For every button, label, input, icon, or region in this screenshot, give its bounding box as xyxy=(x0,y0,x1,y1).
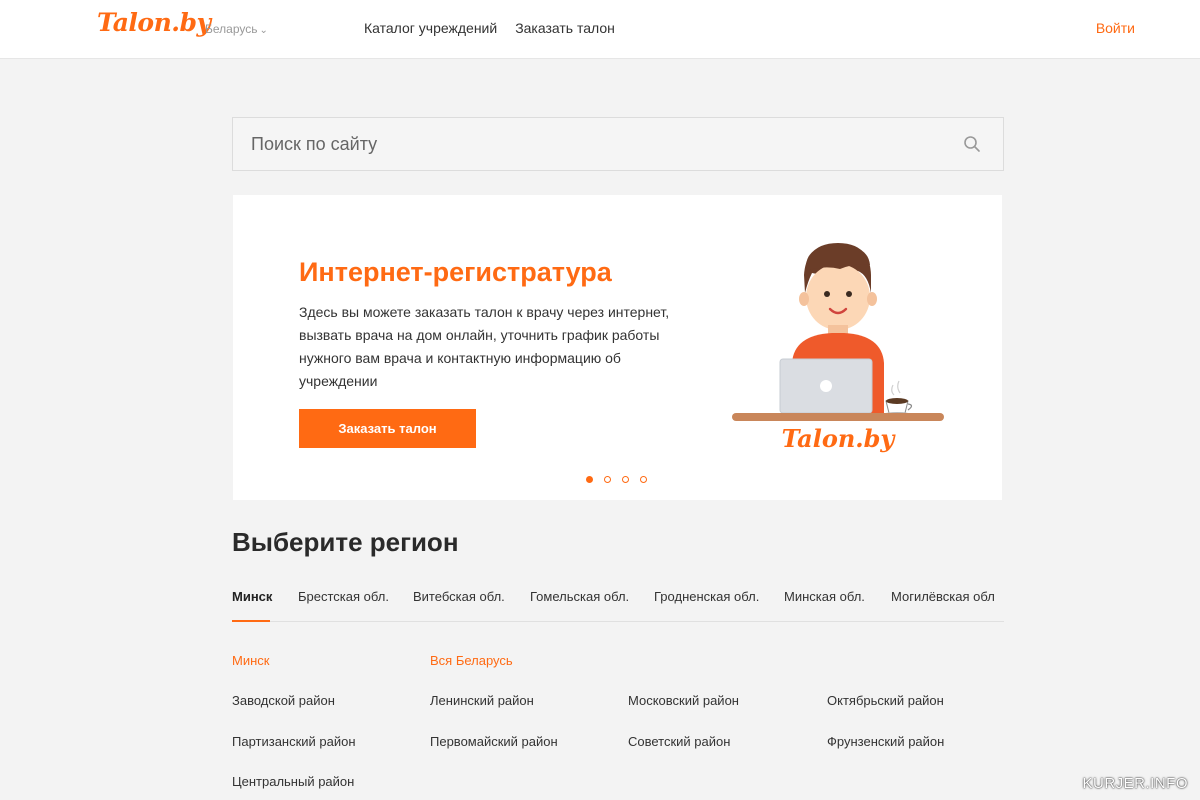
tab-mogilev[interactable]: Могилёвская обл xyxy=(891,589,995,604)
search-icon[interactable] xyxy=(963,135,981,153)
district-link[interactable]: Советский район xyxy=(628,734,730,749)
active-tab-indicator xyxy=(232,620,270,622)
promo-banner: Интернет-регистратура Здесь вы можете за… xyxy=(233,195,1002,500)
main-nav: Каталог учреждений Заказать талон xyxy=(364,20,615,36)
carousel-dots xyxy=(586,476,647,483)
carousel-dot[interactable] xyxy=(604,476,611,483)
country-label: Беларусь xyxy=(205,22,258,36)
doctor-illustration: Talon.by xyxy=(732,243,944,453)
carousel-dot[interactable] xyxy=(622,476,629,483)
district-link[interactable]: Заводской район xyxy=(232,693,335,708)
column-head-all-belarus[interactable]: Вся Беларусь xyxy=(430,653,513,668)
region-tabs: Минск Брестская обл. Витебская обл. Гоме… xyxy=(232,578,1004,622)
district-link[interactable]: Октябрьский район xyxy=(827,693,944,708)
tab-grodno[interactable]: Гродненская обл. xyxy=(654,589,759,604)
carousel-dot[interactable] xyxy=(586,476,593,483)
district-link[interactable]: Партизанский район xyxy=(232,734,356,749)
banner-title: Интернет-регистратура xyxy=(299,257,612,287)
carousel-dot[interactable] xyxy=(640,476,647,483)
site-header: Talon.by Беларусь ⌄ Каталог учреждений За… xyxy=(0,0,1200,59)
column-head-minsk[interactable]: Минск xyxy=(232,653,269,668)
tab-minsk-region[interactable]: Минская обл. xyxy=(784,589,865,604)
site-logo[interactable]: Talon.by xyxy=(97,8,211,37)
tab-brest[interactable]: Брестская обл. xyxy=(298,589,389,604)
login-link[interactable]: Войти xyxy=(1096,20,1135,36)
district-link[interactable]: Первомайский район xyxy=(430,734,558,749)
illustration-logo: Talon.by xyxy=(782,424,897,453)
search-input[interactable] xyxy=(233,118,1003,170)
tab-minsk[interactable]: Минск xyxy=(232,589,272,604)
chevron-down-icon: ⌄ xyxy=(259,25,268,36)
district-link[interactable]: Центральный район xyxy=(232,774,354,789)
district-link[interactable]: Фрунзенский район xyxy=(827,734,944,749)
nav-order-ticket-link[interactable]: Заказать талон xyxy=(515,20,615,36)
district-link[interactable]: Московский район xyxy=(628,693,739,708)
banner-text: Здесь вы можете заказать талон к врачу ч… xyxy=(299,304,670,389)
tab-vitebsk[interactable]: Витебская обл. xyxy=(413,589,505,604)
nav-catalog-link[interactable]: Каталог учреждений xyxy=(364,20,497,36)
order-ticket-button[interactable]: Заказать талон xyxy=(299,409,476,448)
tab-gomel[interactable]: Гомельская обл. xyxy=(530,589,629,604)
watermark: KURJER.INFO xyxy=(1082,775,1188,792)
region-title: Выберите регион xyxy=(232,527,459,557)
search-box xyxy=(232,117,1004,171)
district-link[interactable]: Ленинский район xyxy=(430,693,534,708)
country-selector[interactable]: Беларусь ⌄ xyxy=(205,22,268,36)
